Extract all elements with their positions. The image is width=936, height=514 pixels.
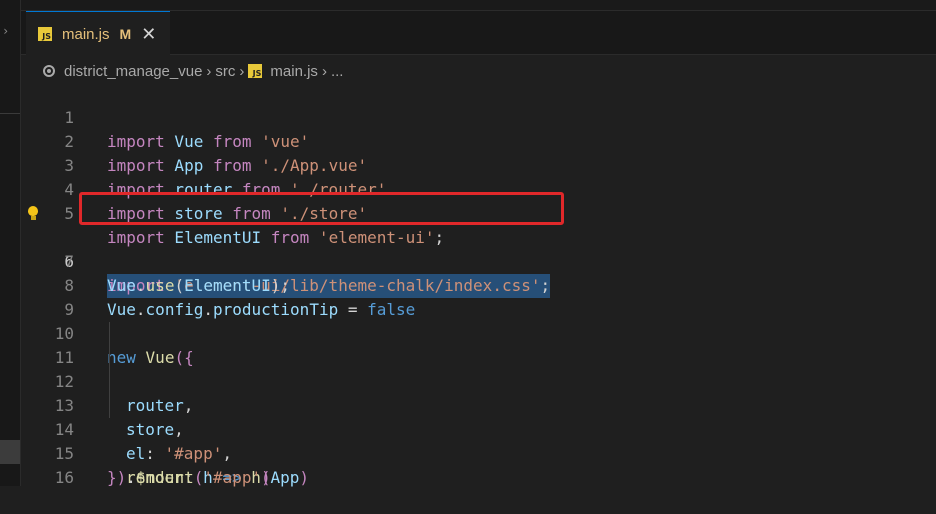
token: App xyxy=(270,468,300,487)
indent-guide xyxy=(109,322,110,346)
indent-guide xyxy=(109,394,110,418)
line-number: 16 xyxy=(54,468,74,487)
token: ) xyxy=(299,468,310,487)
scroll-indicator[interactable] xyxy=(0,440,20,464)
js-file-icon: JS xyxy=(38,27,52,41)
code-line[interactable]: 8 Vue.config.productionTip = false xyxy=(21,250,936,319)
breadcrumb-more[interactable]: ... xyxy=(331,63,344,80)
token: $mount xyxy=(135,468,194,487)
chevron-right-icon: › xyxy=(239,62,245,80)
activity-edge: › xyxy=(0,0,21,486)
code-line[interactable]: 11 router, xyxy=(21,322,936,415)
breadcrumb-folder[interactable]: src xyxy=(215,63,235,80)
repo-icon xyxy=(43,65,55,77)
tab-label: main.js xyxy=(62,25,110,43)
breadcrumb-repo[interactable]: district_manage_vue xyxy=(64,63,202,80)
code-line[interactable]: 9 xyxy=(21,274,936,319)
close-icon[interactable]: ✕ xyxy=(141,24,156,45)
code-line[interactable]: 4 import store from './store' xyxy=(21,154,936,223)
divider xyxy=(0,113,20,114)
chevron-icon[interactable]: › xyxy=(2,24,9,38)
code-line[interactable]: 16 xyxy=(21,442,936,487)
code-line[interactable]: 12 store, xyxy=(21,346,936,439)
token: '#app' xyxy=(203,468,262,487)
breadcrumb: district_manage_vue › src › JS main.js ›… xyxy=(43,60,343,82)
code-line[interactable]: 1 import Vue from 'vue' xyxy=(21,82,936,151)
token: }) xyxy=(107,468,127,487)
token: ( xyxy=(193,468,204,487)
chevron-right-icon: › xyxy=(206,62,212,80)
breadcrumb-file[interactable]: main.js xyxy=(270,63,318,80)
code-line[interactable]: 7 Vue.use(ElementUI); xyxy=(21,226,936,295)
js-file-icon: JS xyxy=(248,64,263,78)
code-editor[interactable]: 1 import Vue from 'vue' 2 import App fro… xyxy=(21,82,936,487)
code-line[interactable]: 3 import router from './router' xyxy=(21,130,936,199)
indent-guide xyxy=(109,370,110,394)
annotation-highlight-box xyxy=(79,192,564,225)
code-line[interactable]: 13 el: '#app', xyxy=(21,370,936,463)
modified-badge: M xyxy=(119,26,132,42)
editor-tab-bar: JS main.js M ✕ xyxy=(21,0,936,56)
chevron-right-icon: › xyxy=(321,62,327,80)
code-line[interactable]: 14 render: h => h(App) xyxy=(21,394,936,487)
indent-guide xyxy=(109,346,110,370)
token: . xyxy=(126,468,136,487)
lightbulb-icon[interactable] xyxy=(28,206,38,220)
code-line[interactable]: 10 new Vue({ xyxy=(21,298,936,367)
token: ) xyxy=(261,468,271,487)
code-line[interactable]: 2 import App from './App.vue' xyxy=(21,106,936,175)
code-line[interactable]: 15 }).$mount('#app') xyxy=(21,418,936,487)
title-strip xyxy=(21,0,936,11)
tab-main-js[interactable]: JS main.js M ✕ xyxy=(26,11,170,56)
